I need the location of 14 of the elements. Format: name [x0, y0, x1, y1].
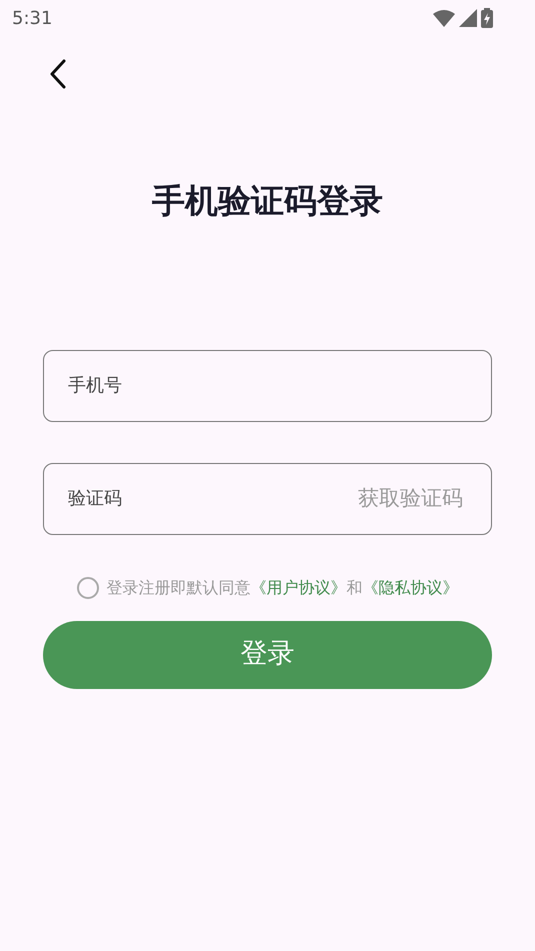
get-code-button[interactable]: 获取验证码 — [358, 482, 463, 514]
back-icon — [49, 59, 67, 89]
agreement-text: 登录注册即默认同意《用户协议》和《隐私协议》 — [106, 576, 458, 598]
battery-icon — [481, 8, 493, 28]
wifi-icon — [433, 9, 455, 27]
page-title: 手机验证码登录 — [152, 180, 383, 222]
privacy-agreement-link[interactable]: 《隐私协议》 — [362, 578, 458, 596]
login-button[interactable]: 登录 — [43, 620, 492, 688]
status-time: 5:31 — [12, 6, 52, 30]
user-agreement-link[interactable]: 《用户协议》 — [250, 578, 346, 596]
agreement-checkbox[interactable] — [76, 576, 98, 598]
phone-field[interactable]: 手机号 — [43, 350, 492, 422]
signal-icon — [459, 9, 477, 27]
code-field[interactable]: 验证码 — [68, 485, 358, 512]
